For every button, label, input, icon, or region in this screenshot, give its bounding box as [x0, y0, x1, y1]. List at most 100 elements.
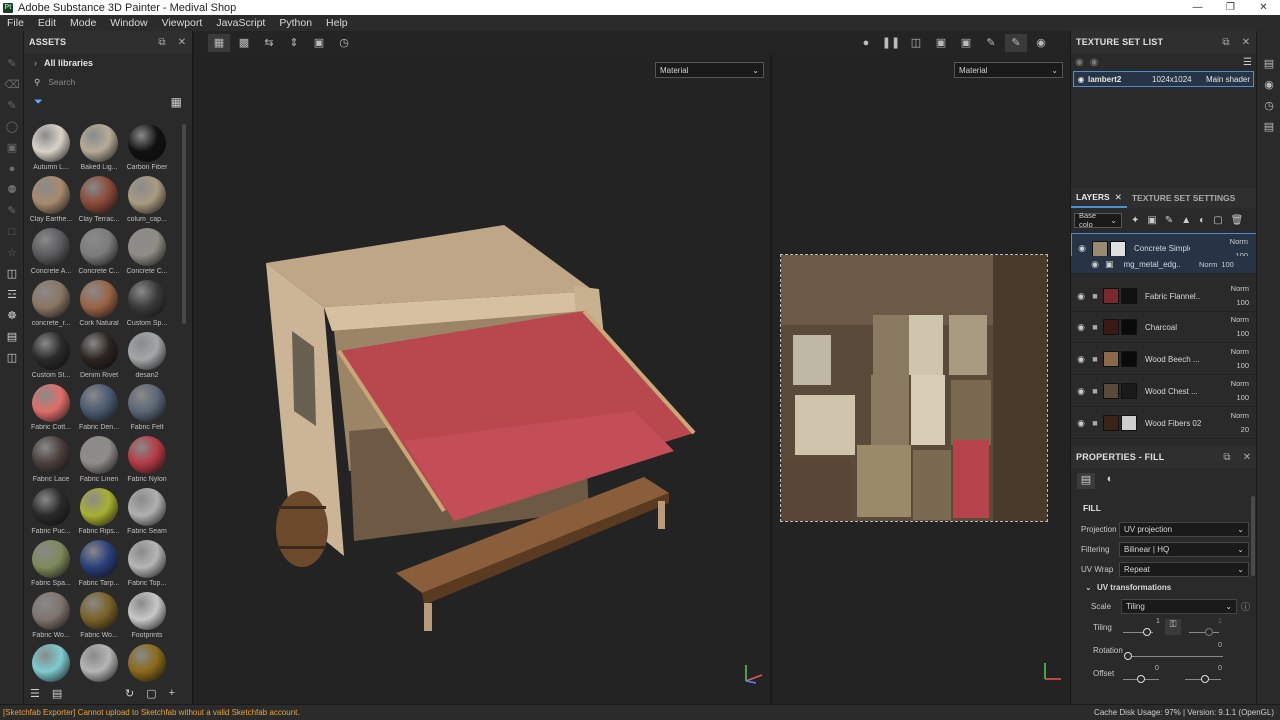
library-selector[interactable]: › All libraries: [24, 53, 192, 73]
list-view-icon[interactable]: ☰: [30, 687, 40, 700]
rotation-knob[interactable]: [1124, 652, 1132, 660]
asset-item[interactable]: concrete_r...: [27, 280, 75, 332]
tiling-knob-b[interactable]: [1205, 628, 1213, 636]
asset-item[interactable]: Concrete C...: [75, 228, 123, 280]
uv-grid-icon[interactable]: ▦: [208, 33, 230, 52]
add-paint-layer-icon[interactable]: ✎: [1165, 215, 1173, 226]
rotation-slider[interactable]: [1127, 656, 1223, 657]
opacity-value[interactable]: 100: [1221, 258, 1234, 272]
asset-item[interactable]: Autumn L...: [27, 124, 75, 176]
shader-settings-icon[interactable]: ▤: [0, 326, 24, 347]
geometry-mask-icon[interactable]: ◯: [0, 116, 24, 137]
search-input[interactable]: Search: [48, 77, 75, 87]
asset-item[interactable]: Custom Sp...: [123, 280, 171, 332]
layer-visibility-icon[interactable]: ◉: [1073, 418, 1089, 429]
channel-select[interactable]: Base colo ⌄: [1074, 211, 1122, 229]
blend-mode[interactable]: Norm: [1223, 409, 1249, 423]
projection-select[interactable]: UV projection ⌄: [1119, 521, 1249, 537]
asset-item[interactable]: [27, 644, 75, 684]
viewport[interactable]: ▦ ▩ ⇆ ⇕ ▣ ◷ ● ❚❚ ◫ ▣ ▣ ✎ ✎ ◉ Material ⌄ …: [194, 31, 1070, 704]
asset-item[interactable]: Concrete A...: [27, 228, 75, 280]
menu-mode[interactable]: Mode: [63, 17, 103, 29]
layer-mask-thumbnail[interactable]: [1121, 288, 1137, 304]
layer-row[interactable]: ◉ ■ Charcoal Norm 100: [1071, 312, 1257, 343]
grid-view-icon[interactable]: ▦: [171, 95, 182, 109]
uv-tiles-icon[interactable]: ▩: [233, 34, 255, 52]
visibility-icon[interactable]: ◉: [1074, 75, 1088, 84]
search-box[interactable]: ⚲ Search: [29, 73, 187, 91]
display-settings-icon[interactable]: ◉: [1257, 74, 1280, 95]
menu-edit[interactable]: Edit: [31, 17, 63, 29]
float-panel-icon[interactable]: ⧉: [1216, 37, 1236, 48]
blend-mode[interactable]: Norm: [1223, 282, 1249, 296]
pause-icon[interactable]: ❚❚: [880, 34, 902, 52]
eye-icon[interactable]: ◉: [1075, 57, 1084, 68]
asset-item[interactable]: desan2: [123, 332, 171, 384]
layer-mask-thumbnail[interactable]: [1121, 383, 1137, 399]
offset-knob-a[interactable]: [1137, 675, 1145, 683]
asset-item[interactable]: Fabric Seam: [123, 488, 171, 540]
asset-item[interactable]: Fabric Rips...: [75, 488, 123, 540]
add-smart-material-icon[interactable]: ◐: [1199, 215, 1205, 226]
viewer-settings-icon[interactable]: ◫: [0, 347, 24, 368]
eraser-icon[interactable]: ⌫: [0, 74, 24, 95]
uv-texture-view[interactable]: [780, 254, 1048, 522]
fill-properties-icon[interactable]: ▤: [1077, 473, 1095, 489]
delete-layer-icon[interactable]: 🗑: [1231, 215, 1244, 226]
scale-select[interactable]: Tiling ⌄: [1121, 598, 1237, 614]
layer-mask-thumbnail[interactable]: [1121, 415, 1137, 431]
layer-row[interactable]: ◉ ■ Fabric Flannel... Norm 100: [1071, 281, 1257, 312]
layer-mask-thumbnail[interactable]: [1121, 351, 1137, 367]
layer-blend-opacity[interactable]: Norm 100: [1223, 313, 1249, 341]
3d-model-view[interactable]: [254, 211, 734, 631]
folder-icon[interactable]: ■: [1089, 386, 1101, 396]
shelf-icon[interactable]: ☲: [0, 284, 24, 305]
menu-python[interactable]: Python: [272, 17, 319, 29]
asset-item[interactable]: Fabric Lace: [27, 436, 75, 488]
filter-icon[interactable]: ⏷: [34, 96, 43, 109]
asset-item[interactable]: Baked Lig...: [75, 124, 123, 176]
tab-texture-set-settings[interactable]: TEXTURE SET SETTINGS: [1127, 188, 1240, 208]
left-viewport-mode-select[interactable]: Material ⌄: [655, 62, 764, 78]
align-icon[interactable]: ⇕: [283, 34, 305, 52]
tiling-knob-a[interactable]: [1143, 628, 1151, 636]
blend-mode[interactable]: Norm: [1223, 345, 1249, 359]
polygon-fill-icon[interactable]: □: [0, 221, 24, 242]
asset-item[interactable]: colum_cap...: [123, 176, 171, 228]
float-panel-icon[interactable]: ⧉: [152, 37, 172, 48]
asset-item[interactable]: Fabric Den...: [75, 384, 123, 436]
hide-icon[interactable]: ●: [855, 34, 877, 52]
symmetry-icon[interactable]: ⇆: [258, 34, 280, 52]
close-panel-icon[interactable]: ✕: [1236, 37, 1256, 48]
texture-set-row[interactable]: ◉ lambert2 1024x1024 Main shader: [1073, 71, 1254, 87]
right-viewport-mode-select[interactable]: Material ⌄: [954, 62, 1063, 78]
asset-item[interactable]: Cork Natural: [75, 280, 123, 332]
layer-mask-thumbnail[interactable]: [1110, 240, 1126, 257]
uvwrap-select[interactable]: Repeat ⌄: [1119, 561, 1249, 577]
opacity-value[interactable]: 100: [1223, 359, 1249, 373]
asset-item[interactable]: Fabric Puc...: [27, 488, 75, 540]
layer-visibility-icon[interactable]: ◉: [1074, 243, 1090, 254]
add-fill-layer-icon[interactable]: ▲: [1181, 215, 1191, 226]
asset-item[interactable]: Fabric Linen: [75, 436, 123, 488]
layer-blend-opacity[interactable]: Norm 100: [1223, 282, 1249, 310]
paint-mode-icon[interactable]: ✎: [980, 34, 1002, 52]
history-icon[interactable]: ◷: [333, 34, 355, 52]
display-settings-icon[interactable]: ☸: [0, 305, 24, 326]
asset-item[interactable]: Footprints: [123, 592, 171, 644]
texture-set-list-icon[interactable]: ▤: [1257, 53, 1280, 74]
camera-icon[interactable]: ▣: [955, 34, 977, 52]
lock-icon[interactable]: ⚿: [1165, 619, 1181, 635]
assets-panel-icon[interactable]: ◫: [0, 263, 24, 284]
add-folder-icon[interactable]: ▢: [1213, 215, 1222, 226]
fit-view-icon[interactable]: ▣: [308, 34, 330, 52]
asset-item[interactable]: Carbon Fiber: [123, 124, 171, 176]
menu-icon[interactable]: ☰: [1243, 57, 1252, 68]
clone-icon[interactable]: ●: [0, 158, 24, 179]
eye-off-icon[interactable]: ◉: [1090, 57, 1099, 68]
bake-icon[interactable]: ✎: [0, 200, 24, 221]
viewport-divider[interactable]: [770, 54, 772, 704]
add-asset-icon[interactable]: +: [169, 687, 175, 699]
menu-file[interactable]: File: [0, 17, 31, 29]
blend-mode[interactable]: Norm: [1199, 258, 1217, 272]
